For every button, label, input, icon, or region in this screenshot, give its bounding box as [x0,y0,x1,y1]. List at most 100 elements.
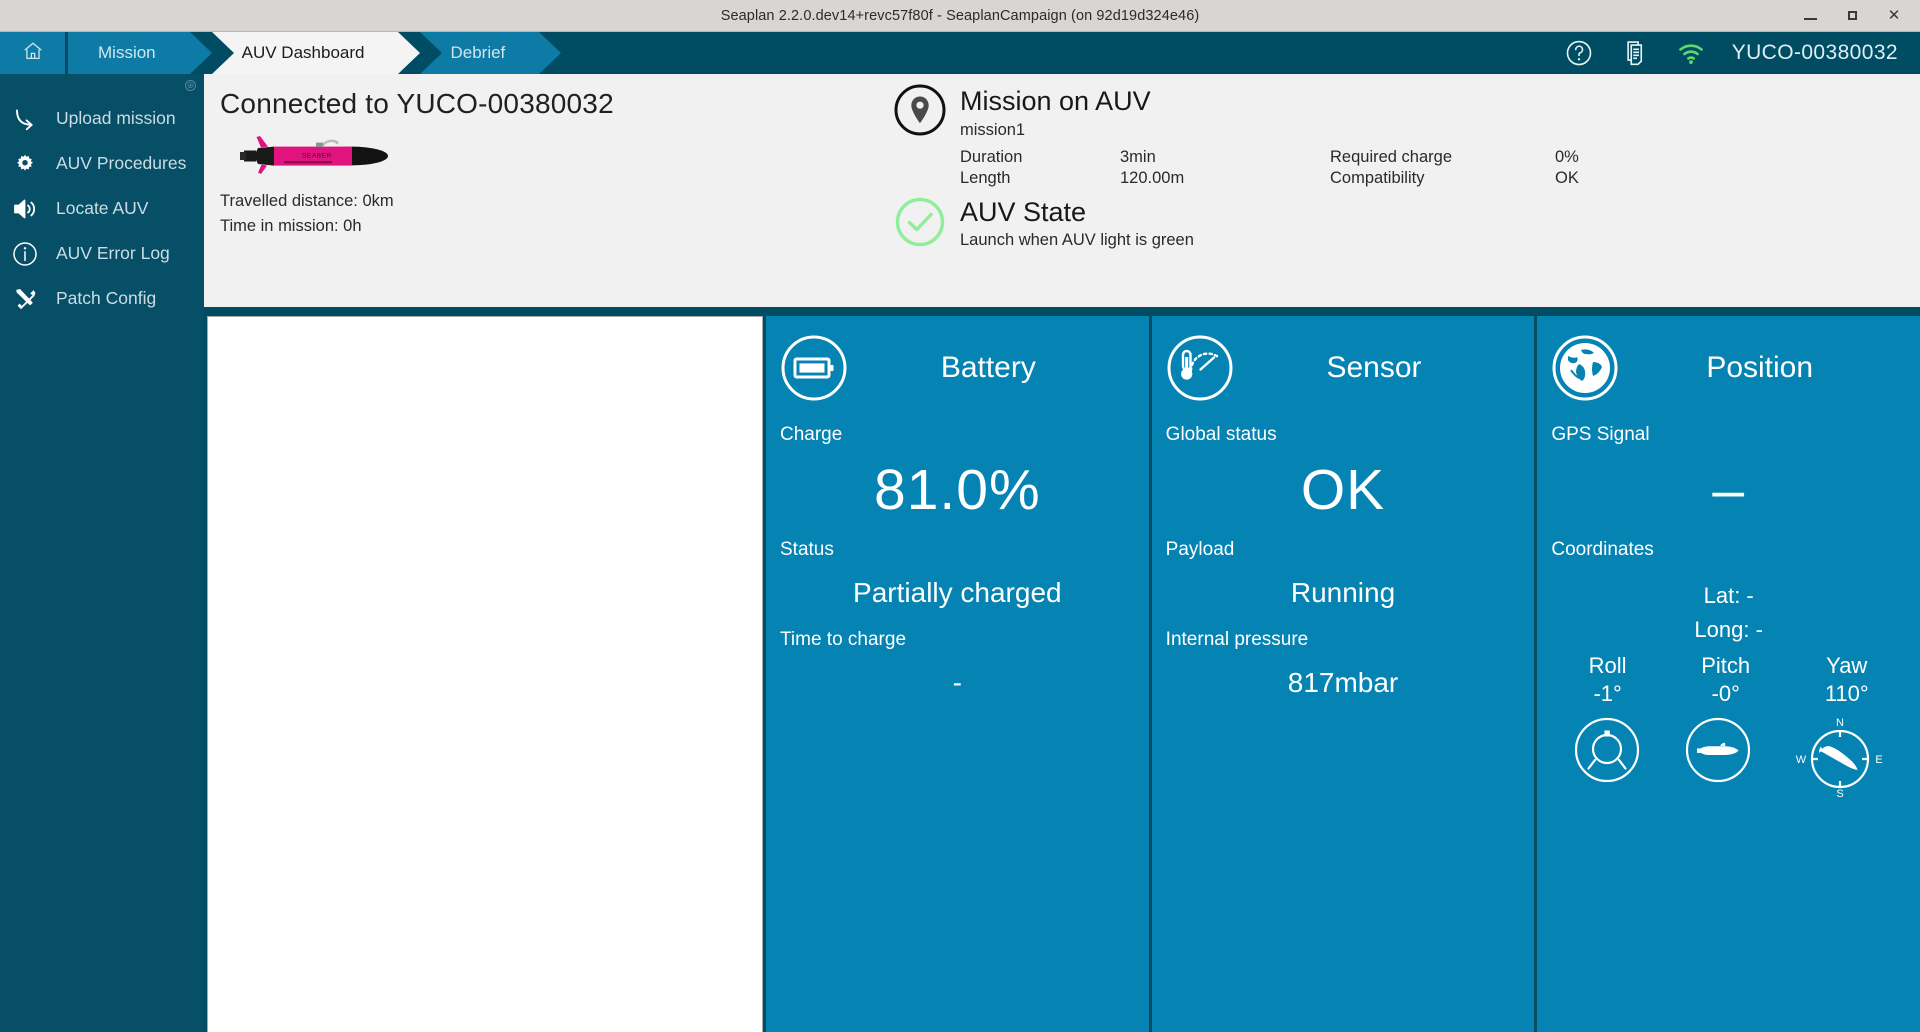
compatibility-label: Compatibility [1330,169,1425,187]
compass-north-label: N [1836,717,1844,729]
content-area: Connected to YUCO-00380032 SEABER Travel… [204,74,1920,1032]
sensor-pressure-value: 817mbar [1287,667,1399,698]
sidebar-item-locate-auv[interactable]: Locate AUV [0,186,204,231]
mission-duration-label: Duration [960,148,1023,166]
longitude-value: Long: - [1694,617,1763,642]
mission-and-state: Mission on AUV mission1 Duration 3min Re… [894,74,1920,307]
pitch-gauge-icon [1683,715,1753,806]
required-charge-value: 0% [1555,148,1579,166]
roll-label: Roll [1588,653,1627,678]
sidebar-collapse-icon[interactable]: ⊕ [185,80,196,91]
latitude-value: Lat: - [1703,583,1754,608]
maximize-button[interactable] [1844,8,1860,24]
auv-vehicle-image: SEABER [234,134,894,181]
sidebar-item-label: AUV Error Log [56,243,170,263]
tab-mission[interactable]: Mission [68,32,212,74]
pitch-value: -0° [1711,681,1740,706]
globe-icon [1551,334,1619,402]
sidebar-item-label: Patch Config [56,288,157,308]
required-charge-label: Required charge [1330,148,1452,166]
battery-time-to-charge-value: - [952,667,962,698]
battery-time-to-charge-label: Time to charge [780,629,907,650]
nav-right-group: YUCO-00380032 [1564,32,1920,74]
sensor-payload-label: Payload [1165,539,1235,560]
compatibility-value: OK [1555,169,1579,187]
minimize-button[interactable] [1802,8,1818,24]
tab-label: Debrief [450,43,506,62]
dashboard-area: Battery Charge 81.0% Status Partially ch… [204,307,1920,1032]
battery-icon [780,334,848,402]
pitch-label: Pitch [1701,653,1751,678]
map-panel[interactable] [207,316,763,1032]
auv-state-message: Launch when AUV light is green [960,231,1194,249]
svg-text:SEABER: SEABER [302,153,332,160]
top-navigation-bar: Mission AUV Dashboard Debrief YUCO-00380… [0,32,1920,74]
position-card-header: Position [1551,332,1906,404]
battery-status-value: Partially charged [853,577,1062,608]
info-circle-icon [8,240,42,268]
compass-west-label: W [1795,754,1806,766]
battery-charge-label: Charge [780,424,843,445]
roll-group: Roll -1° [1589,653,1627,707]
battery-charge-value: 81.0% [874,458,1041,522]
roll-value: -1° [1593,681,1622,706]
breadcrumb-tabs: Mission AUV Dashboard Debrief [68,32,562,74]
sensor-card-title: Sensor [1326,351,1422,384]
sensor-card: Sensor Global status OK Payload Running … [1151,316,1535,1032]
mission-title: Mission on AUV [960,86,1151,116]
yaw-compass-icon: N S W E [1794,715,1886,806]
sidebar-item-auv-error-log[interactable]: AUV Error Log [0,231,204,276]
compass-south-label: S [1836,788,1843,800]
sidebar-item-patch-config[interactable]: Patch Config [0,276,204,321]
home-tab[interactable] [0,32,68,74]
tools-icon [8,285,42,313]
tab-debrief[interactable]: Debrief [420,32,562,74]
tab-label: Mission [98,43,156,62]
sidebar-item-label: Locate AUV [56,198,149,218]
sidebar-item-upload-mission[interactable]: Upload mission [0,96,204,141]
page-title: Connected to YUCO-00380032 [220,88,614,119]
sensor-payload-value: Running [1290,577,1396,608]
sidebar-item-label: Upload mission [56,108,176,128]
check-circle-icon [894,196,946,248]
sidebar-item-auv-procedures[interactable]: AUV Procedures [0,141,204,186]
battery-card: Battery Charge 81.0% Status Partially ch… [766,316,1149,1032]
battery-card-header: Battery [780,332,1135,404]
auv-state: AUV State Launch when AUV light is green [894,196,1920,250]
sensor-global-status-value: OK [1300,458,1386,522]
sidebar: ⊕ Upload mission AUV Procedures Locate A… [0,74,204,1032]
attitude-values: Roll -1° Pitch -0° Yaw 110° [1551,653,1906,707]
mission-length-label: Length [960,169,1011,187]
close-button[interactable]: ✕ [1886,8,1902,24]
travelled-distance: Travelled distance: 0km [220,192,394,210]
attitude-gauges: N S W E [1551,715,1906,806]
question-mark-icon[interactable] [1564,38,1594,68]
gps-signal-label: GPS Signal [1551,424,1650,445]
yaw-label: Yaw [1826,653,1868,678]
roll-gauge-icon [1572,715,1642,806]
yaw-value: 110° [1824,681,1869,706]
thermometer-gauge-icon [1166,334,1234,402]
main-body: ⊕ Upload mission AUV Procedures Locate A… [0,74,1920,1032]
gear-icon [8,150,42,178]
yaw-group: Yaw 110° [1825,653,1869,707]
position-card: Position GPS Signal – Coordinates Lat: -… [1537,316,1920,1032]
compass-east-label: E [1875,754,1882,766]
map-pin-icon [894,84,946,136]
wifi-icon[interactable] [1676,38,1706,68]
coordinates-label: Coordinates [1551,539,1654,560]
documents-icon[interactable] [1620,38,1650,68]
mission-name: mission1 [960,121,1026,139]
gps-signal-value: – [1712,458,1746,522]
status-cards: Battery Charge 81.0% Status Partially ch… [766,316,1920,1032]
window-title: Seaplan 2.2.0.dev14+revc57f80f - Seaplan… [720,7,1200,24]
tab-auv-dashboard[interactable]: AUV Dashboard [211,32,421,74]
mission-details-table: Duration 3min Required charge 0% Length … [960,148,1579,188]
window-titlebar: Seaplan 2.2.0.dev14+revc57f80f - Seaplan… [0,0,1920,32]
speaker-icon [8,195,42,223]
mission-on-auv: Mission on AUV mission1 Duration 3min Re… [894,84,1920,188]
connection-info: Connected to YUCO-00380032 SEABER Travel… [204,74,894,307]
sidebar-item-label: AUV Procedures [56,153,187,173]
pitch-group: Pitch -0° [1701,653,1750,707]
home-icon [22,40,44,67]
